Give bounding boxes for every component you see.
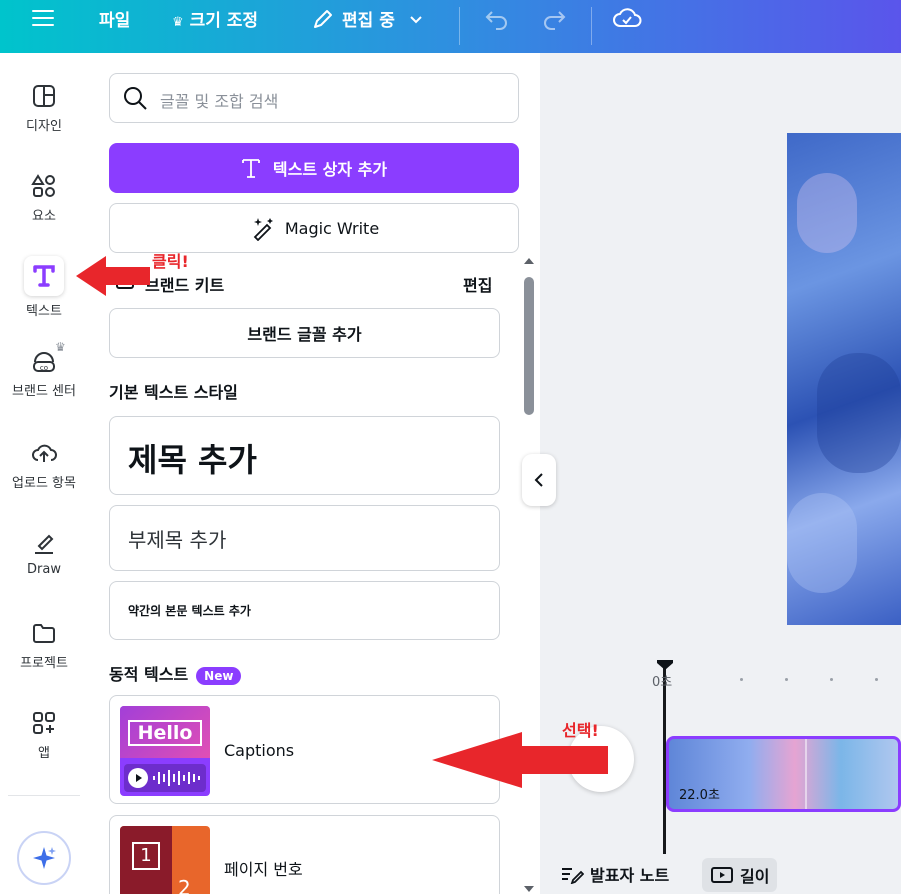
collapse-panel-button[interactable] [522,454,556,506]
video-clip[interactable]: 22.0초 [666,736,901,812]
dynamic-text-label: 동적 텍스트 [109,665,189,684]
chevron-left-icon [534,473,543,487]
design-page[interactable] [787,133,901,625]
add-textbox-label: 텍스트 상자 추가 [272,160,388,179]
rail-item-elements[interactable]: 요소 [0,173,88,224]
rail-divider [8,795,80,796]
divider [459,7,460,45]
presenter-notes-button[interactable]: 발표자 노트 [560,862,669,886]
rail-item-projects[interactable]: 프로젝트 [0,620,88,671]
pencil-icon [314,10,332,28]
subheading-style-card[interactable]: 부제목 추가 [109,505,500,571]
captions-label: Captions [224,741,295,760]
top-bar: 파일 ♛ 크기 조정 편집 중 [0,0,901,53]
search-placeholder: 글꼴 및 조합 검색 [160,92,279,111]
add-brand-font-button[interactable]: 브랜드 글꼴 추가 [109,308,500,358]
page-number-label: 페이지 번호 [224,860,303,879]
text-icon [242,159,260,178]
add-textbox-button[interactable]: 텍스트 상자 추가 [109,143,519,193]
dynamic-text-heading: 동적 텍스트 New [109,661,242,685]
text-icon [24,256,64,296]
rail-label: 프로젝트 [20,656,68,671]
page-number-thumb-text: 1 [132,842,160,870]
video-icon [711,867,733,883]
duration-button[interactable]: 길이 [702,858,778,892]
search-icon [124,87,147,110]
chevron-down-icon [410,16,422,24]
heading-style-text: 제목 추가 [128,441,257,479]
rail-item-apps[interactable]: 앱 [0,710,88,761]
select-annotation: 선택! [562,721,599,740]
redo-icon[interactable] [541,8,567,30]
page-number-thumb-text-2: 2 [178,876,191,894]
scroll-down-icon [524,886,534,892]
rail-label: Draw [27,562,61,577]
basic-styles-heading: 기본 텍스트 스타일 [109,383,238,402]
scroll-thumb[interactable] [524,277,534,415]
scroll-up-icon [524,258,534,264]
editing-mode-dropdown[interactable]: 편집 중 [312,6,423,31]
svg-text:co: co [40,364,48,372]
layout-icon [33,85,55,107]
brand-icon: co [33,352,55,372]
sparkle-icon [33,847,56,869]
magic-wand-icon [253,218,273,241]
rail-label: 업로드 항목 [12,476,76,491]
waveform-icon [153,770,200,786]
heading-style-card[interactable]: 제목 추가 [109,416,500,495]
rail-item-design[interactable]: 디자인 [0,83,88,134]
font-search-input[interactable]: 글꼴 및 조합 검색 [109,73,519,123]
rail-item-draw[interactable]: Draw [0,530,88,577]
rail-label: 앱 [38,746,50,761]
undo-icon[interactable] [484,8,510,30]
brand-kit-heading: 브랜드 키트 [145,276,225,295]
new-badge: New [196,666,242,685]
canva-editor: 파일 ♛ 크기 조정 편집 중 디자인 요소 텍스트 co ♛ 브랜드 센터 업… [0,0,901,894]
body-style-card[interactable]: 약간의 본문 텍스트 추가 [109,581,500,640]
magic-write-button[interactable]: Magic Write [109,203,519,253]
time-marker: 0초 [652,675,673,690]
cloud-saved-icon[interactable] [612,6,642,30]
click-arrow [76,256,150,296]
clip-duration: 22.0초 [679,788,720,803]
rail-label: 요소 [32,209,56,224]
rail-item-brand-center[interactable]: co ♛ 브랜드 센터 [0,340,88,399]
captions-thumb-text: Hello [128,720,202,746]
editing-label: 편집 중 [342,11,395,31]
cloud-upload-icon [32,444,57,462]
rail-label: 브랜드 센터 [12,384,76,399]
page-number-card[interactable]: 1 2 페이지 번호 [109,815,500,894]
menu-icon[interactable] [32,10,54,28]
left-rail: 디자인 요소 텍스트 co ♛ 브랜드 센터 업로드 항목 Draw 프로젝트 [0,53,88,894]
playhead[interactable] [663,668,666,854]
file-menu[interactable]: 파일 [99,6,130,31]
folder-icon [33,624,55,643]
bottom-bar: 발표자 노트 길이 [540,854,901,894]
duration-label: 길이 [740,867,770,886]
brand-edit-link[interactable]: 편집 [463,272,492,296]
rail-label: 텍스트 [26,304,62,319]
captions-thumbnail: Hello [120,706,210,796]
play-icon [128,768,148,788]
draw-icon [35,534,54,554]
resize-button[interactable]: ♛ 크기 조정 [172,6,258,31]
crown-icon: ♛ [55,340,66,354]
body-style-text: 약간의 본문 텍스트 추가 [128,604,251,618]
rail-label: 디자인 [26,119,62,134]
notes-icon [562,868,584,884]
resize-label: 크기 조정 [189,11,259,31]
subheading-style-text: 부제목 추가 [128,528,227,552]
click-annotation: 클릭! [152,252,189,271]
magic-write-label: Magic Write [284,218,380,238]
playhead-handle-icon[interactable] [656,659,674,671]
rail-item-uploads[interactable]: 업로드 항목 [0,440,88,491]
apps-icon [33,712,55,734]
magic-assistant-button[interactable] [17,831,71,885]
add-brand-font-label: 브랜드 글꼴 추가 [247,325,362,344]
page-number-thumbnail: 1 2 [120,826,210,894]
shapes-icon [31,174,55,197]
divider [591,7,592,45]
notes-label: 발표자 노트 [590,866,670,885]
crown-icon: ♛ [172,15,184,30]
